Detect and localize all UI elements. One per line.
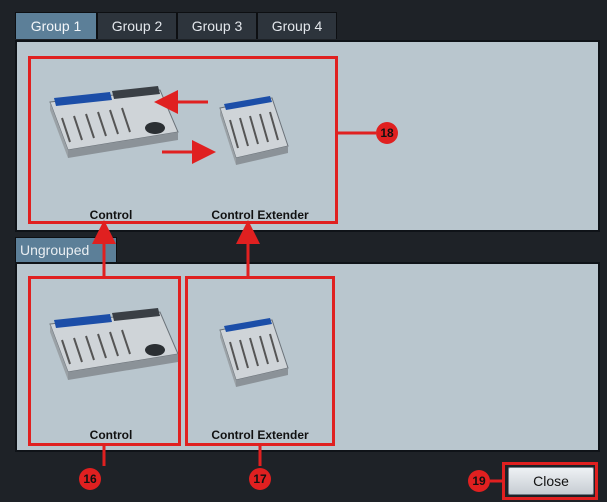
annotation-arrows [92,90,502,483]
close-button[interactable]: Close [508,467,594,495]
callout-badge-16: 16 [79,468,101,490]
callout-badge-18: 18 [376,122,398,144]
callout-badge-17: 17 [249,468,271,490]
callout-badge-19: 19 [468,470,490,492]
